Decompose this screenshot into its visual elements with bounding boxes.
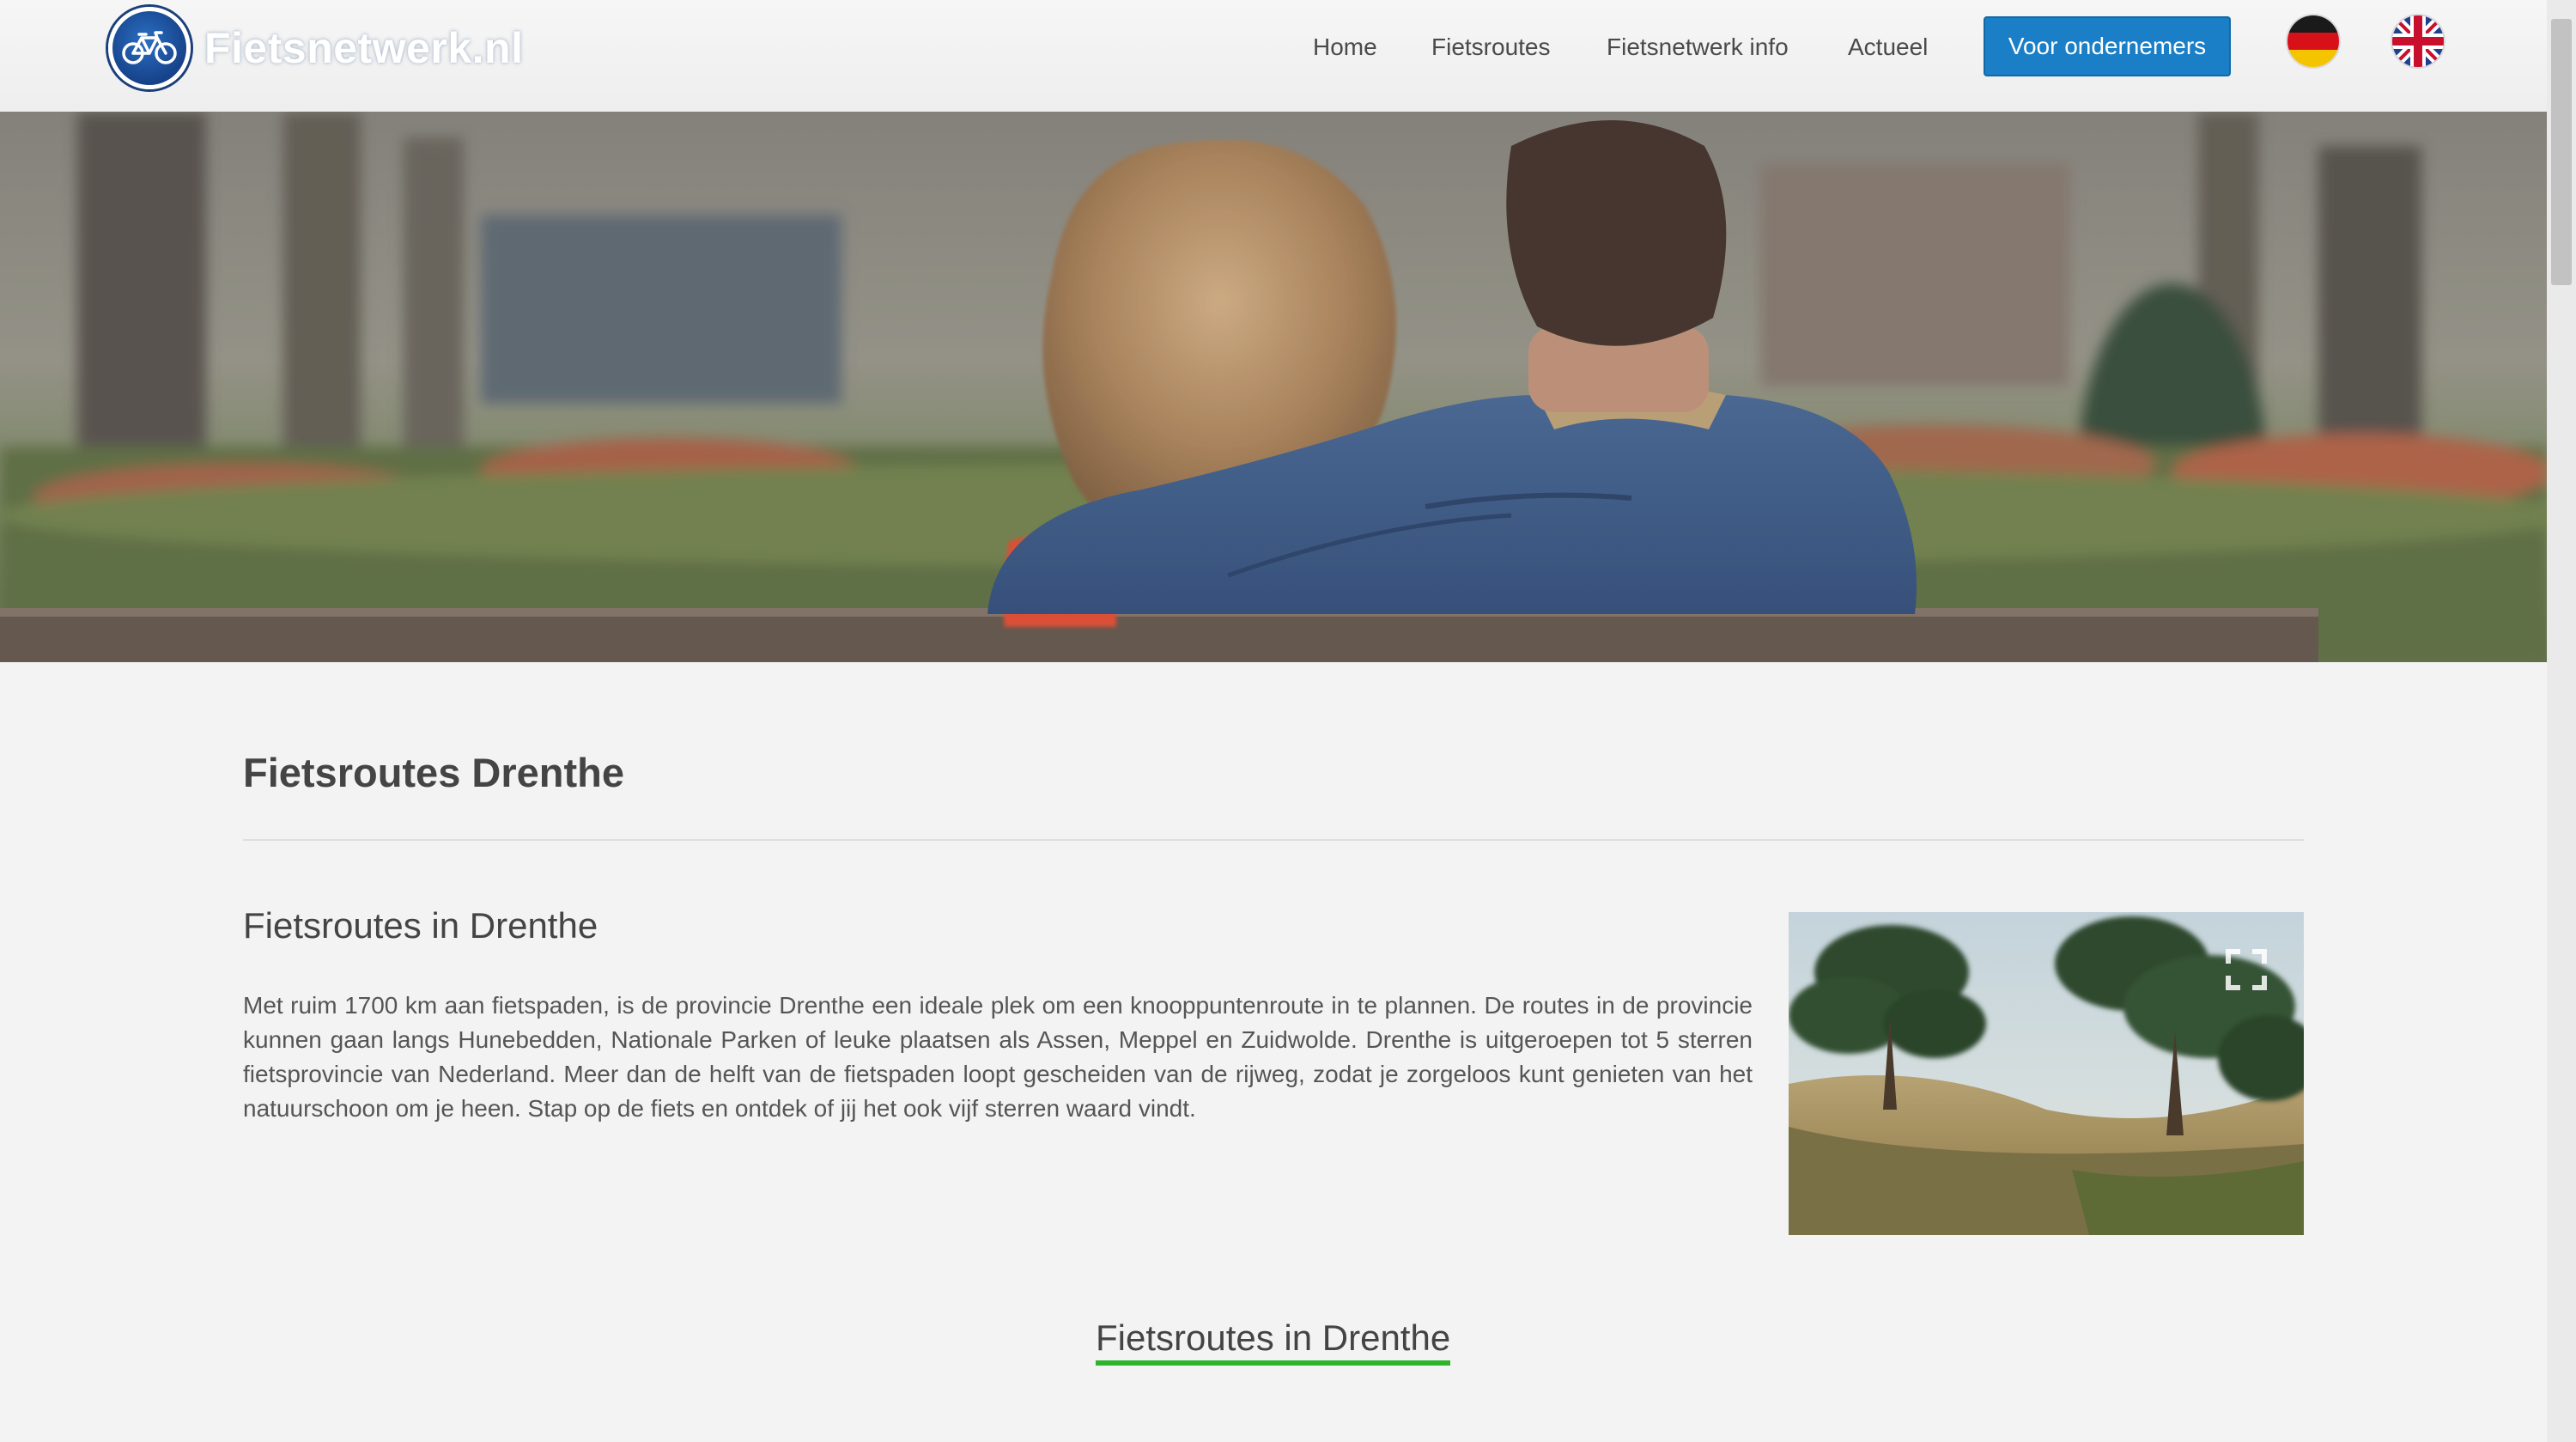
bicycle-icon	[108, 7, 191, 89]
page-title: Fietsroutes Drenthe	[243, 750, 624, 795]
hero-image	[0, 112, 2547, 662]
nav-actueel[interactable]: Actueel	[1848, 33, 1928, 61]
expand-icon[interactable]	[2225, 948, 2268, 991]
nav-fietsnetwerk-info[interactable]: Fietsnetwerk info	[1607, 33, 1789, 61]
routes-section-heading: Fietsroutes in Drenthe	[1096, 1317, 1451, 1366]
scrollbar-thumb[interactable]	[2551, 19, 2572, 285]
intro-paragraph: Met ruim 1700 km aan fietspaden, is de p…	[243, 992, 1753, 1122]
nav-fietsroutes[interactable]: Fietsroutes	[1431, 33, 1551, 61]
site-logo-text: Fietsnetwerk.nl	[204, 24, 524, 72]
site-header: Fietsnetwerk.nl Home Fietsroutes Fietsne…	[0, 0, 2547, 112]
section-subtitle: Fietsroutes in Drenthe	[243, 905, 598, 946]
uk-flag-icon[interactable]	[2392, 15, 2444, 67]
title-divider	[243, 839, 2304, 841]
heathland-photo[interactable]	[1789, 912, 2304, 1235]
site-logo[interactable]: Fietsnetwerk.nl	[108, 5, 524, 91]
nav-home[interactable]: Home	[1313, 33, 1377, 61]
german-flag-icon[interactable]	[2287, 15, 2339, 67]
voor-ondernemers-button[interactable]: Voor ondernemers	[1984, 16, 2231, 76]
